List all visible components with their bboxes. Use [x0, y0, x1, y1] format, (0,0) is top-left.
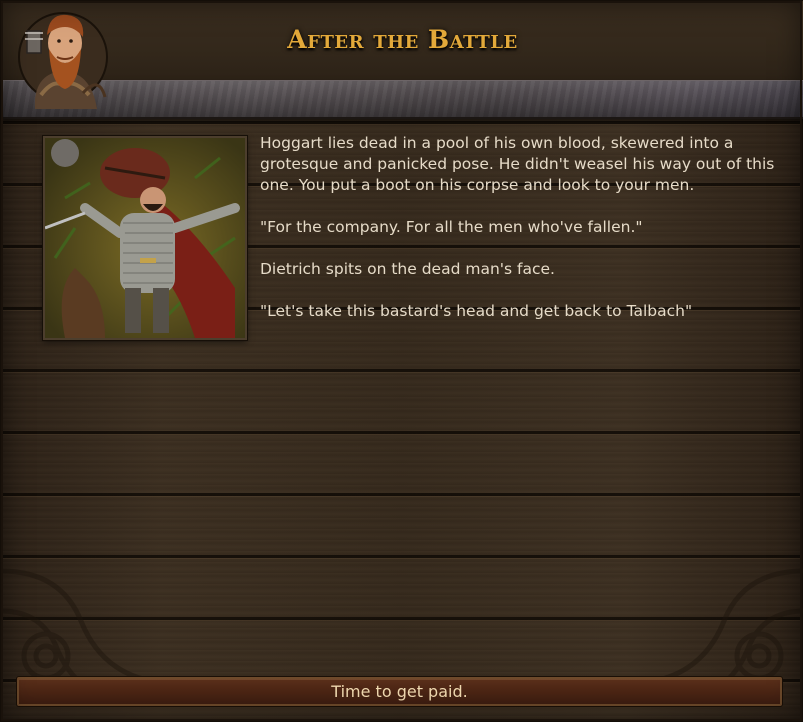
fallen-knight-illustration-icon — [45, 138, 245, 338]
event-paragraph: "For the company. For all the men who've… — [260, 218, 643, 236]
event-panel: After the Battle Hoggart lies dead in a … — [0, 0, 803, 722]
event-title: After the Battle — [287, 25, 518, 54]
title-banner — [1, 80, 803, 119]
event-paragraph: "Let's take this bastard's head and get … — [260, 302, 693, 320]
event-illustration — [43, 136, 247, 340]
bearded-mercenary-portrait-icon — [18, 12, 108, 109]
event-description: Hoggart lies dead in a pool of his own b… — [260, 133, 785, 343]
event-paragraph: Dietrich spits on the dead man's face. — [260, 260, 555, 278]
event-paragraph: Hoggart lies dead in a pool of his own b… — [260, 134, 775, 194]
continue-button[interactable]: Time to get paid. — [17, 677, 782, 706]
